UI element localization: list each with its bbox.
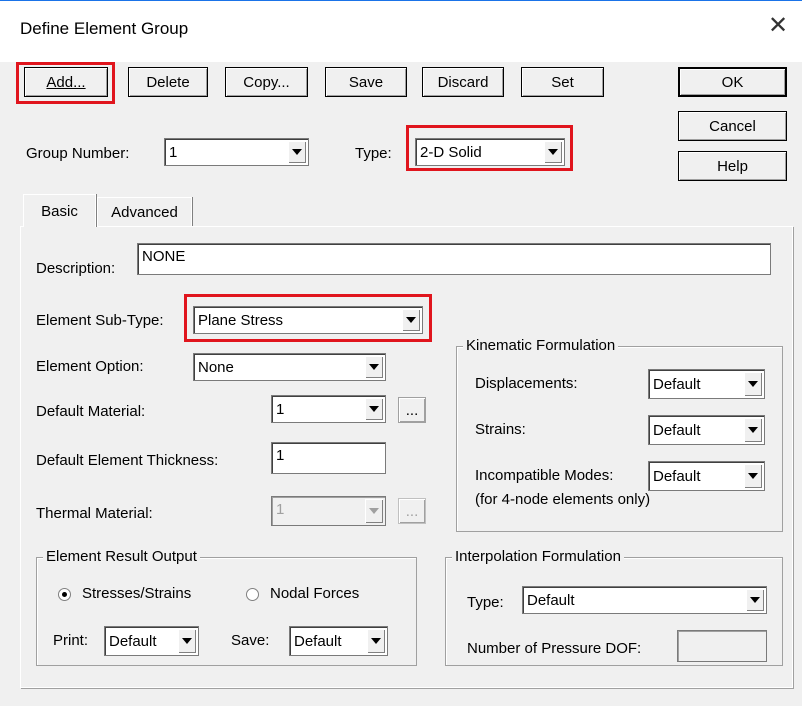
description-value: NONE [142,248,186,265]
group-number-select[interactable]: 1 [164,138,309,166]
result-output-title: Element Result Output [43,548,200,565]
chevron-down-icon[interactable] [178,629,196,653]
cancel-button-label: Cancel [709,117,756,135]
chevron-down-icon[interactable] [365,398,383,420]
save-output-label: Save: [231,632,270,649]
chevron-down-icon[interactable] [288,141,306,163]
type-label: Type: [355,145,392,162]
default-thickness-label: Default Element Thickness: [36,452,219,469]
discard-button[interactable]: Discard [422,67,504,97]
close-icon[interactable]: ✕ [768,14,788,38]
group-number-label: Group Number: [26,145,130,162]
chevron-down-icon[interactable] [746,589,764,611]
chevron-down-icon[interactable] [367,629,385,653]
element-option-select[interactable]: None [193,353,386,381]
default-thickness-input[interactable]: 1 [271,442,386,474]
tab-advanced[interactable]: Advanced [97,197,192,226]
incompatible-modes-select[interactable]: Default [648,461,765,491]
radio-nodal-forces[interactable] [246,588,259,601]
element-sub-type-label: Element Sub-Type: [36,312,164,329]
set-button-label: Set [551,73,574,91]
thermal-material-browse-button: ... [398,498,426,524]
ok-button-label: OK [721,73,744,91]
title-bar-accent [0,0,802,1]
set-button[interactable]: Set [521,67,604,97]
displacements-select[interactable]: Default [648,369,765,399]
thermal-material-label: Thermal Material: [36,505,153,522]
pressure-dof-label: Number of Pressure DOF: [467,640,642,657]
browse-label: ... [405,502,419,520]
print-value: Default [109,632,157,650]
radio-selected-dot [62,592,67,597]
cancel-button[interactable]: Cancel [678,111,787,141]
tab-basic-label: Basic [41,202,78,220]
copy-button-label: Copy... [243,73,290,91]
radio-stresses-strains[interactable] [58,588,71,601]
thermal-material-value: 1 [276,501,285,518]
help-button-label: Help [717,157,748,175]
interpolation-type-value: Default [527,591,575,609]
incompatible-modes-label: Incompatible Modes: [475,467,614,484]
displacements-label: Displacements: [475,375,578,392]
radio-nodal-forces-label: Nodal Forces [270,585,360,602]
radio-stresses-strains-label: Stresses/Strains [82,585,192,602]
tab-advanced-label: Advanced [111,203,178,221]
type-highlight [406,125,573,171]
incompatible-note: (for 4-node elements only) [475,491,651,508]
pressure-dof-input [677,630,767,662]
thermal-material-select: 1 [271,496,386,526]
description-input[interactable]: NONE [137,243,771,275]
element-option-label: Element Option: [36,358,144,375]
print-label: Print: [53,632,89,649]
displacements-value: Default [653,375,701,393]
interpolation-type-select[interactable]: Default [522,586,767,614]
sub-type-highlight [184,294,432,342]
window-title: Define Element Group [20,19,189,38]
chevron-down-icon[interactable] [744,372,762,396]
description-label: Description: [36,260,116,277]
default-material-select[interactable]: 1 [271,395,386,423]
incompatible-modes-value: Default [653,467,701,485]
save-button-label: Save [348,73,384,91]
tab-basic[interactable]: Basic [23,194,96,227]
chevron-down-icon[interactable] [365,356,383,378]
copy-button[interactable]: Copy... [225,67,308,97]
add-highlight [16,62,115,104]
discard-button-label: Discard [437,73,489,91]
help-button[interactable]: Help [678,151,787,181]
save-button[interactable]: Save [325,67,407,97]
strains-select[interactable]: Default [648,415,765,445]
ok-button[interactable]: OK [678,67,787,97]
save-output-select[interactable]: Default [289,626,388,656]
save-output-value: Default [294,632,342,650]
strains-label: Strains: [475,421,526,438]
browse-label: ... [405,401,419,419]
kinematic-title: Kinematic Formulation [463,337,619,354]
delete-button-label: Delete [146,73,190,91]
print-select[interactable]: Default [104,626,199,656]
interpolation-type-label: Type: [467,594,504,611]
chevron-down-icon[interactable] [744,464,762,488]
strains-value: Default [653,421,701,439]
group-number-value: 1 [169,143,178,161]
delete-button[interactable]: Delete [128,67,208,97]
default-material-browse-button[interactable]: ... [398,397,426,423]
interpolation-title: Interpolation Formulation [452,548,624,565]
default-material-value: 1 [276,400,285,418]
default-material-label: Default Material: [36,403,146,420]
chevron-down-icon[interactable] [744,418,762,442]
element-option-value: None [198,358,234,376]
chevron-down-icon [365,499,383,523]
default-thickness-value: 1 [276,447,285,464]
